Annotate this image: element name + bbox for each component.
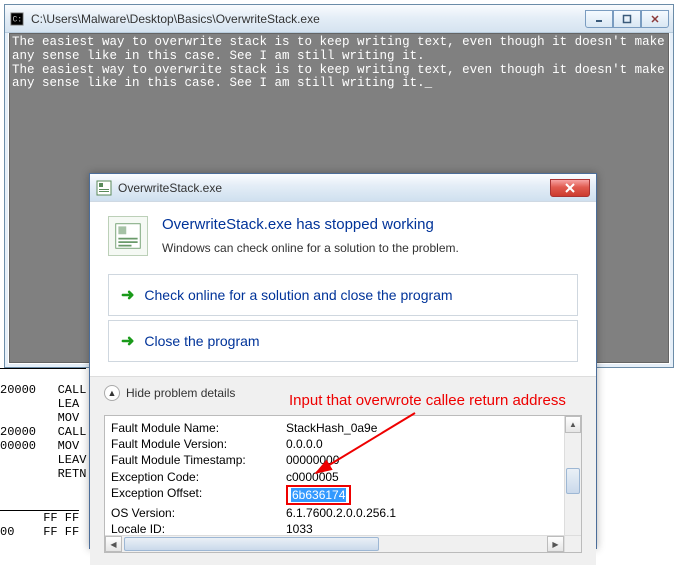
detail-row: OS Version:6.1.7600.2.0.0.256.1 (111, 505, 575, 521)
detail-label: OS Version: (111, 505, 286, 521)
detail-value: 00000000 (286, 452, 339, 468)
detail-row: Exception Offset:6b636174 (111, 485, 575, 505)
detail-label: Exception Code: (111, 469, 286, 485)
detail-row: Fault Module Version:0.0.0.0 (111, 436, 575, 452)
check-online-button[interactable]: ➜ Check online for a solution and close … (108, 274, 578, 316)
dialog-title: OverwriteStack.exe (118, 181, 550, 195)
console-title: C:\Users\Malware\Desktop\Basics\Overwrit… (31, 12, 585, 26)
cmd-icon: C: (9, 11, 25, 27)
detail-row: Fault Module Name:StackHash_0a9e (111, 420, 575, 436)
detail-label: Exception Offset: (111, 485, 286, 505)
minimize-button[interactable] (585, 10, 613, 28)
detail-value: StackHash_0a9e (286, 420, 377, 436)
dialog-titlebar[interactable]: OverwriteStack.exe (90, 174, 596, 202)
svg-text:C:: C: (13, 15, 22, 24)
detail-label: Fault Module Timestamp: (111, 452, 286, 468)
console-titlebar[interactable]: C: C:\Users\Malware\Desktop\Basics\Overw… (5, 5, 673, 33)
exception-offset-highlight: 6b636174 (286, 485, 351, 505)
annotation-text: Input that overwrote callee return addre… (289, 392, 566, 409)
detail-value: 0.0.0.0 (286, 436, 323, 452)
bg-disasm-2: FF FF 00 FF FF (0, 510, 79, 539)
detail-row: Fault Module Timestamp:00000000 (111, 452, 575, 468)
dialog-heading: OverwriteStack.exe has stopped working (162, 216, 578, 233)
close-program-button[interactable]: ➜ Close the program (108, 320, 578, 362)
dialog-close-button[interactable] (550, 179, 590, 197)
check-online-label: Check online for a solution and close th… (144, 287, 452, 303)
detail-row: Exception Code:c0000005 (111, 469, 575, 485)
app-icon (96, 180, 112, 196)
chevron-up-icon: ▲ (104, 385, 120, 401)
dialog-big-icon (108, 216, 148, 256)
hide-details-label: Hide problem details (126, 386, 235, 400)
horizontal-scrollbar[interactable]: ◀ ▶ (105, 535, 564, 552)
scroll-thumb[interactable] (566, 468, 580, 494)
scroll-up-button[interactable]: ▲ (565, 416, 581, 433)
maximize-button[interactable] (613, 10, 641, 28)
hscroll-thumb[interactable] (124, 537, 379, 551)
detail-value: 6b636174 (286, 485, 351, 505)
bg-disasm-1: 20000 CALL LEA MOV 20000 CALL 00000 MOV … (0, 368, 86, 481)
vertical-scrollbar[interactable]: ▲ ▼ (564, 416, 581, 552)
dialog-subtext: Windows can check online for a solution … (162, 241, 578, 255)
scroll-corner (564, 535, 581, 552)
detail-value: c0000005 (286, 469, 339, 485)
detail-label: Fault Module Version: (111, 436, 286, 452)
close-button[interactable] (641, 10, 669, 28)
detail-value: 6.1.7600.2.0.0.256.1 (286, 505, 396, 521)
arrow-icon: ➜ (121, 331, 134, 351)
arrow-icon: ➜ (121, 285, 134, 305)
detail-label: Fault Module Name: (111, 420, 286, 436)
error-dialog: OverwriteStack.exe OverwriteStack.exe ha… (89, 173, 597, 549)
problem-details-panel: Fault Module Name:StackHash_0a9eFault Mo… (104, 415, 582, 553)
close-program-label: Close the program (144, 333, 259, 349)
